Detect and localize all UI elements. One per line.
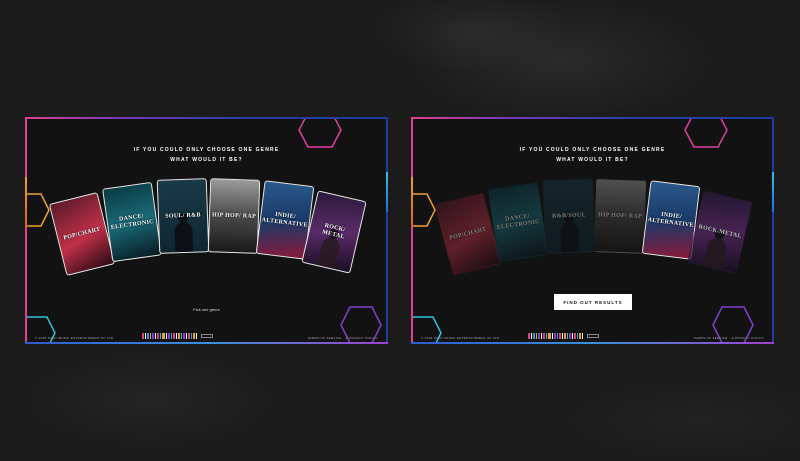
performer-silhouette xyxy=(317,235,342,270)
genre-screen-2: IF YOU COULD ONLY CHOOSE ONE GENRE WHAT … xyxy=(411,117,774,344)
performer-silhouette xyxy=(703,235,728,270)
frame-accent-right xyxy=(772,172,774,212)
copyright-text: © 2018 SONY MUSIC ENTERTAINMENT UK LTD xyxy=(35,336,114,340)
genre-card-label: HIP HOP/ RAP xyxy=(597,211,643,220)
genre-card-label: POP/CHART xyxy=(62,226,101,242)
genre-card-dance[interactable]: DANCE/ ELECTRONIC xyxy=(488,181,548,263)
barcode-graphic xyxy=(142,333,274,339)
genre-card-soul[interactable]: R&B/SOUL xyxy=(542,178,596,254)
barcode-graphic xyxy=(528,333,660,339)
barcode-box xyxy=(201,334,213,338)
genre-card-label: POP/CHART xyxy=(448,226,487,242)
privacy-link[interactable]: & PRIVACY POLICY xyxy=(346,336,378,340)
terms-link[interactable]: TERMS OF SERVICE xyxy=(693,336,727,340)
heading-line-2: WHAT WOULD IT BE? xyxy=(170,157,243,163)
find-out-results-button[interactable]: FIND OUT RESULTS xyxy=(554,294,632,310)
frame-accent-left xyxy=(25,177,27,227)
heading-line-1: IF YOU COULD ONLY CHOOSE ONE GENRE xyxy=(133,147,280,153)
footer-links: TERMS OF SERVICE & PRIVACY POLICY xyxy=(689,336,764,340)
genre-card-label: INDIE/ ALTERNATIVE xyxy=(261,211,308,229)
copyright-text: © 2018 SONY MUSIC ENTERTAINMENT UK LTD xyxy=(421,336,500,340)
genre-card-label: SOUL/ R&B xyxy=(165,211,201,220)
pick-genre-hint: Pick one genre xyxy=(193,307,220,312)
question-heading: IF YOU COULD ONLY CHOOSE ONE GENRE WHAT … xyxy=(411,145,774,165)
genre-card-label: DANCE/ ELECTRONIC xyxy=(110,213,155,231)
footer-links: TERMS OF SERVICE & PRIVACY POLICY xyxy=(303,336,378,340)
genre-card-label: INDIE/ ALTERNATIVE xyxy=(647,211,694,229)
privacy-link[interactable]: & PRIVACY POLICY xyxy=(732,336,764,340)
genre-card-hiphop[interactable]: HIP HOP/ RAP xyxy=(207,178,261,254)
frame-accent-left xyxy=(411,177,413,227)
genre-card-label: R&B/SOUL xyxy=(552,211,586,220)
terms-link[interactable]: TERMS OF SERVICE xyxy=(307,336,341,340)
barcode-box xyxy=(587,334,599,338)
performer-silhouette xyxy=(560,221,580,253)
heading-line-1: IF YOU COULD ONLY CHOOSE ONE GENRE xyxy=(519,147,666,153)
question-heading: IF YOU COULD ONLY CHOOSE ONE GENRE WHAT … xyxy=(25,145,388,165)
genre-card-label: DANCE/ ELECTRONIC xyxy=(496,213,541,231)
genre-card-dance[interactable]: DANCE/ ELECTRONIC xyxy=(102,181,162,263)
heading-line-2: WHAT WOULD IT BE? xyxy=(556,157,629,163)
performer-silhouette xyxy=(174,221,194,253)
genre-screen-1: IF YOU COULD ONLY CHOOSE ONE GENRE WHAT … xyxy=(25,117,388,344)
frame-accent-right xyxy=(386,172,388,212)
genre-card-label: HIP HOP/ RAP xyxy=(211,211,257,220)
genre-card-hiphop[interactable]: HIP HOP/ RAP xyxy=(593,178,647,254)
genre-card-soul[interactable]: SOUL/ R&B xyxy=(156,178,210,254)
